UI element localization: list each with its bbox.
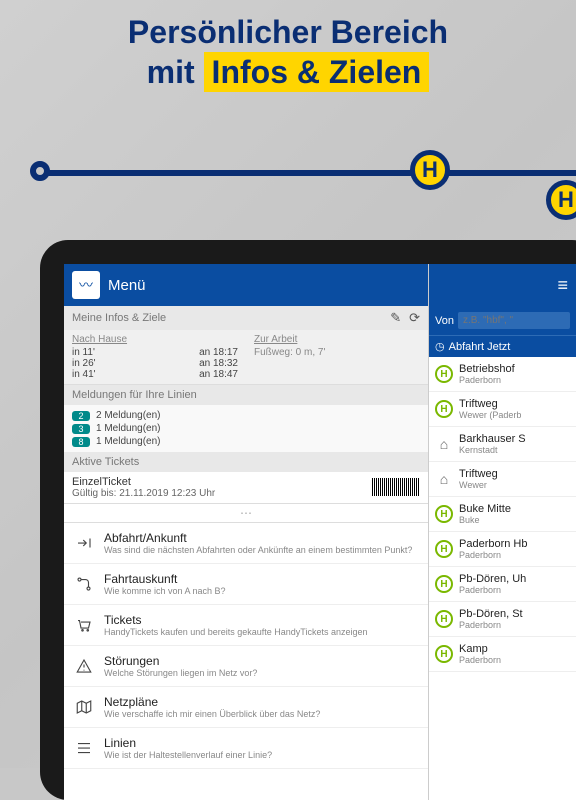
alerts-list: 22 Meldung(en)31 Meldung(en)81 Meldung(e… (64, 405, 428, 452)
bus-stop-icon: H (435, 400, 453, 418)
warn-icon (74, 656, 94, 676)
barcode-icon (372, 478, 420, 496)
search-input[interactable] (458, 312, 570, 329)
stop-item[interactable]: HPaderborn HbPaderborn (429, 532, 576, 567)
refresh-icon[interactable]: ⟳ (409, 310, 420, 326)
route-line (38, 170, 576, 176)
bus-stop-icon: H (435, 540, 453, 558)
app-title: Menü (108, 277, 146, 294)
app-bar: 〰 Menü (64, 264, 428, 306)
alert-row[interactable]: 81 Meldung(en) (72, 435, 420, 448)
promo-headline: Persönlicher Bereich mit Infos & Zielen (0, 12, 576, 92)
search-bar: Von (429, 306, 576, 335)
line-badge: 3 (72, 424, 90, 434)
route-start-dot (30, 161, 50, 181)
right-app-bar: ≡ (429, 264, 576, 306)
map-icon (74, 697, 94, 717)
stop-item[interactable]: HBetriebshofPaderborn (429, 357, 576, 392)
line-badge: 8 (72, 437, 90, 447)
depart-icon (74, 533, 94, 553)
app-screen: 〰 Menü Meine Infos & Ziele ✎ ⟳ Nach Haus… (64, 264, 576, 800)
menu-item-cart[interactable]: TicketsHandyTickets kaufen und bereits g… (64, 605, 428, 646)
clock-icon: ◷ (435, 340, 445, 353)
stop-item[interactable]: HBuke MitteBuke (429, 497, 576, 532)
headline-highlight: Infos & Zielen (204, 52, 430, 92)
alert-row[interactable]: 31 Meldung(en) (72, 422, 420, 435)
menu-item-map[interactable]: NetzpläneWie verschaffe ich mir einen Üb… (64, 687, 428, 728)
section-infos-header: Meine Infos & Ziele ✎ ⟳ (64, 306, 428, 330)
expand-handle[interactable]: ⋯ (64, 504, 428, 523)
house-icon: ⌂ (435, 435, 453, 453)
stop-item[interactable]: HPb-Dören, StPaderborn (429, 602, 576, 637)
lines-icon (74, 738, 94, 758)
halt-marker-icon: H (410, 150, 450, 190)
departure-bar[interactable]: ◷ Abfahrt Jetzt (429, 335, 576, 357)
stop-item[interactable]: HPb-Dören, UhPaderborn (429, 567, 576, 602)
bus-stop-icon: H (435, 505, 453, 523)
bus-stop-icon: H (435, 575, 453, 593)
headline-line2: mit Infos & Zielen (0, 52, 576, 92)
journey-icon (74, 574, 94, 594)
line-badge: 2 (72, 411, 90, 421)
menu-item-lines[interactable]: LinienWie ist der Haltestellenverlauf ei… (64, 728, 428, 769)
stop-item[interactable]: HTriftwegWewer (Paderb (429, 392, 576, 427)
menu-item-warn[interactable]: StörungenWelche Störungen liegen im Netz… (64, 646, 428, 687)
stop-item[interactable]: ⌂TriftwegWewer (429, 462, 576, 497)
bus-stop-icon: H (435, 610, 453, 628)
alert-row[interactable]: 22 Meldung(en) (72, 409, 420, 422)
shortcut-home[interactable]: Nach Hause in 11'an 18:17in 26'an 18:32i… (64, 330, 246, 384)
section-tickets-header: Aktive Tickets (64, 452, 428, 472)
stop-item[interactable]: HKampPaderborn (429, 637, 576, 672)
shortcut-work[interactable]: Zur Arbeit Fußweg: 0 m, 7' (246, 330, 428, 384)
active-ticket[interactable]: EinzelTicket Gültig bis: 21.11.2019 12:2… (64, 472, 428, 504)
app-logo-icon: 〰 (72, 271, 100, 299)
hamburger-icon[interactable]: ≡ (557, 275, 568, 296)
stop-item[interactable]: ⌂Barkhauser SKernstadt (429, 427, 576, 462)
bus-stop-icon: H (435, 365, 453, 383)
edit-icon[interactable]: ✎ (390, 310, 401, 326)
left-pane: 〰 Menü Meine Infos & Ziele ✎ ⟳ Nach Haus… (64, 264, 428, 800)
house-icon: ⌂ (435, 470, 453, 488)
tablet-frame: 〰 Menü Meine Infos & Ziele ✎ ⟳ Nach Haus… (40, 240, 576, 800)
headline-line1: Persönlicher Bereich (0, 12, 576, 52)
cart-icon (74, 615, 94, 635)
menu-item-depart[interactable]: Abfahrt/AnkunftWas sind die nächsten Abf… (64, 523, 428, 564)
from-label: Von (435, 315, 454, 327)
right-pane: ≡ Von ◷ Abfahrt Jetzt HBetriebshofPaderb… (428, 264, 576, 800)
shortcuts: Nach Hause in 11'an 18:17in 26'an 18:32i… (64, 330, 428, 385)
stop-list: HBetriebshofPaderbornHTriftwegWewer (Pad… (429, 357, 576, 800)
section-alerts-header: Meldungen für Ihre Linien (64, 385, 428, 405)
menu-item-journey[interactable]: FahrtauskunftWie komme ich von A nach B? (64, 564, 428, 605)
main-menu: Abfahrt/AnkunftWas sind die nächsten Abf… (64, 523, 428, 800)
bus-stop-icon: H (435, 645, 453, 663)
